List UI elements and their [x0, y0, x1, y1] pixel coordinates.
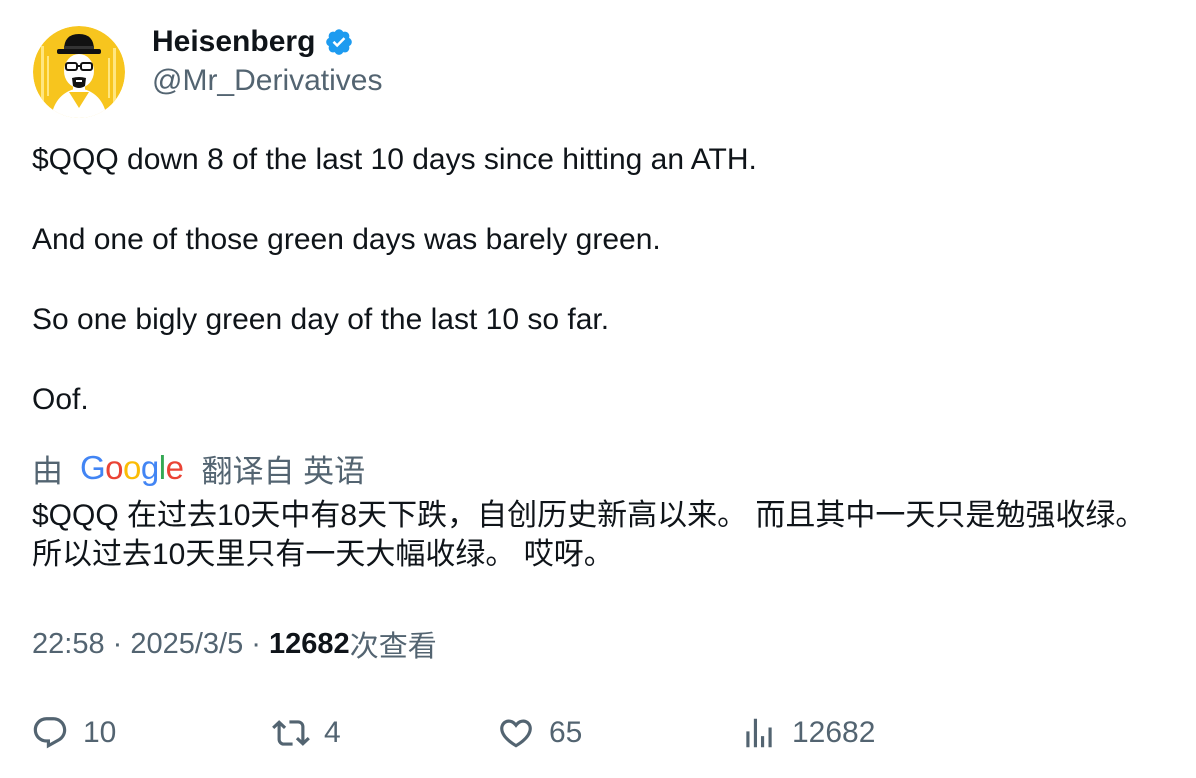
verified-badge-icon[interactable] — [324, 27, 354, 57]
tweet-line: Oof. — [32, 383, 89, 416]
action-bar: 10 4 65 12682 — [0, 708, 1196, 758]
handle[interactable]: @Mr_Derivatives — [152, 64, 383, 98]
tweet-line: So one bigly green day of the last 10 so… — [32, 303, 610, 336]
like-button[interactable]: 65 — [497, 708, 582, 758]
views-button[interactable]: 12682 — [740, 708, 875, 758]
tweet-header: Heisenberg @Mr_Derivatives — [33, 24, 1133, 120]
views-label: 次查看 — [349, 631, 437, 663]
avatar[interactable] — [33, 26, 125, 118]
translated-from-label: 翻译自 英语 — [201, 453, 366, 489]
display-name[interactable]: Heisenberg — [152, 25, 315, 59]
tweet-meta: 22:58 · 2025/3/5 · 12682 次查看 — [32, 624, 437, 664]
heisenberg-avatar — [33, 26, 125, 118]
translated-text: $QQQ 在过去10天中有8天下跌，自创历史新高以来。 而且其中一天只是勉强收绿… — [32, 499, 1146, 571]
reply-icon — [33, 717, 67, 749]
tweet-text: $QQQ down 8 of the last 10 days since hi… — [32, 140, 1162, 420]
views-icon — [746, 718, 772, 748]
author-info: Heisenberg @Mr_Derivatives — [152, 24, 383, 98]
views-action-count: 12682 — [792, 716, 876, 749]
retweet-icon — [272, 720, 310, 746]
heart-icon — [500, 719, 532, 748]
translated-by-label: 由 — [32, 453, 63, 489]
meta-separator: · — [243, 627, 270, 660]
translation-attribution: 由 Google 翻译自 英语 — [32, 448, 366, 489]
display-name-row: Heisenberg — [152, 24, 383, 60]
tweet-line: $QQQ down 8 of the last 10 days since hi… — [32, 143, 757, 176]
retweet-button[interactable]: 4 — [272, 708, 341, 758]
meta-separator: · — [104, 627, 131, 660]
tweet-date[interactable]: 2025/3/5 — [130, 628, 243, 661]
retweet-count: 4 — [324, 716, 341, 749]
reply-button[interactable]: 10 — [31, 708, 116, 758]
tweet-line: And one of those green days was barely g… — [32, 223, 661, 256]
views-count: 12682 — [269, 627, 350, 660]
like-count: 65 — [549, 716, 583, 749]
reply-count: 10 — [83, 716, 117, 749]
google-logo[interactable]: Google — [80, 449, 184, 487]
tweet-time[interactable]: 22:58 — [32, 628, 105, 661]
